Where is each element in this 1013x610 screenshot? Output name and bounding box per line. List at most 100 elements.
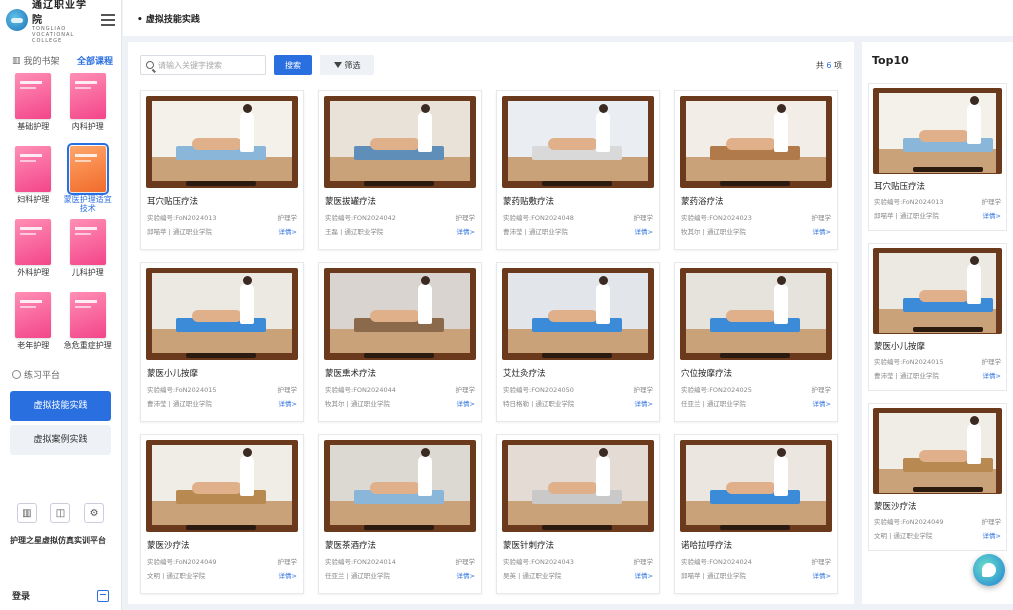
card-meta-row: 王磊 | 通辽职业学院 详情>	[319, 224, 481, 238]
card-detail-link[interactable]: 详情>	[813, 226, 831, 236]
card-category: 护理学	[455, 558, 476, 566]
nav-virtual-skill[interactable]: 虚拟技能实践	[10, 391, 111, 421]
settings-icon[interactable]: ⚙	[84, 503, 105, 523]
card-category: 护理学	[981, 518, 1002, 526]
card-author: 王磊 | 通辽职业学院	[325, 228, 384, 236]
course-thumbnail	[146, 96, 298, 188]
card-category: 护理学	[981, 358, 1002, 366]
course-card[interactable]: 蒙医针刺疗法 实验编号:FON2024043 护理学 吴英 | 通辽职业学院 详…	[496, 434, 660, 594]
logout-icon[interactable]	[97, 589, 109, 602]
login-link[interactable]: 登录	[12, 589, 30, 602]
course-card[interactable]: 蒙医拔罐疗法 实验编号:FON2024042 护理学 王磊 | 通辽职业学院 详…	[318, 90, 482, 250]
course-card[interactable]: 蒙药贴敷疗法 实验编号:FON2024048 护理学 曹沛莹 | 通辽职业学院 …	[496, 90, 660, 250]
course-thumbnail	[324, 96, 476, 188]
course-card[interactable]: 穴位按摩疗法 实验编号:FON2024025 护理学 任亚兰 | 通辽职业学院 …	[674, 262, 838, 422]
sidebar: 通辽职业学院 TONGLIAO VOCATIONAL COLLEGE ▥ 我的书…	[0, 0, 122, 610]
book-item-active[interactable]: 蒙医护理适宜技术	[61, 143, 116, 216]
card-title: 蒙医熏术疗法	[325, 369, 377, 379]
card-meta-row: 实验编号:FON2024042 护理学	[319, 210, 481, 224]
course-thumbnail	[146, 440, 298, 532]
card-author: 牧其尔 | 通辽职业学院	[681, 228, 746, 236]
card-meta-row: 曹沛莹 | 通辽职业学院 详情>	[141, 396, 303, 410]
card-detail-link[interactable]: 详情>	[983, 530, 1001, 540]
card-author: 文明 | 通辽职业学院	[874, 532, 933, 540]
course-card[interactable]: 艾灶灸疗法 实验编号:FON2024050 护理学 特日格勒 | 通辽职业学院 …	[496, 262, 660, 422]
card-detail-link[interactable]: 详情>	[813, 398, 831, 408]
card-code: 实验编号:FoN2024013	[874, 198, 944, 206]
course-card[interactable]: 蒙医沙疗法 实验编号:FoN2024049 护理学 文明 | 通辽职业学院 详情…	[868, 403, 1007, 551]
book-open-icon[interactable]: ▥	[16, 503, 37, 523]
book-item[interactable]: 儿科护理	[61, 219, 116, 289]
card-detail-link[interactable]: 详情>	[635, 570, 653, 580]
course-card-grid: 耳穴贴压疗法 实验编号:FoN2024013 护理学 邱喵苹 | 通辽职业学院 …	[140, 90, 838, 594]
card-detail-link[interactable]: 详情>	[457, 570, 475, 580]
logo-cn: 通辽职业学院	[32, 0, 87, 26]
card-meta-row: 吴英 | 通辽职业学院 详情>	[497, 568, 659, 582]
course-card[interactable]: 蒙医熏术疗法 实验编号:FON2024044 护理学 牧其尔 | 通辽职业学院 …	[318, 262, 482, 422]
book-item[interactable]: 外科护理	[6, 219, 61, 289]
card-detail-link[interactable]: 详情>	[983, 210, 1001, 220]
card-code: 实验编号:FON2024025	[681, 386, 752, 394]
course-card[interactable]: 蒙医茶酒疗法 实验编号:FON2024014 护理学 任亚兰 | 通辽职业学院 …	[318, 434, 482, 594]
course-thumbnail	[146, 268, 298, 360]
book-item[interactable]: 老年护理	[6, 292, 61, 362]
all-courses-link[interactable]: 全部课程	[77, 54, 113, 67]
course-card[interactable]: 耳穴贴压疗法 实验编号:FoN2024013 护理学 邱喵苹 | 通辽职业学院 …	[868, 83, 1007, 231]
card-code: 实验编号:FON2024050	[503, 386, 574, 394]
card-detail-link[interactable]: 详情>	[279, 226, 297, 236]
card-code: 实验编号:FON2024043	[503, 558, 574, 566]
card-meta-row: 文明 | 通辽职业学院 详情>	[869, 528, 1006, 542]
card-title: 蒙医拔罐疗法	[325, 197, 377, 207]
search-icon	[146, 61, 154, 69]
result-count: 共 6 项	[816, 60, 842, 71]
card-meta-row: 实验编号:FON2024044 护理学	[319, 382, 481, 396]
assistant-icon[interactable]	[973, 554, 1005, 586]
card-author: 邱喵苹 | 通辽职业学院	[874, 212, 939, 220]
shelf-title: ▥ 我的书架	[12, 54, 60, 68]
card-detail-link[interactable]: 详情>	[635, 398, 653, 408]
card-meta-row: 实验编号:FON2024043 护理学	[497, 554, 659, 568]
card-author: 曹沛莹 | 通辽职业学院	[503, 228, 568, 236]
filter-button[interactable]: 筛选	[320, 55, 374, 75]
card-detail-link[interactable]: 详情>	[457, 398, 475, 408]
card-title: 蒙医针刺疗法	[503, 541, 555, 551]
card-code: 实验编号:FoN2024015	[147, 386, 217, 394]
course-card[interactable]: 耳穴贴压疗法 实验编号:FoN2024013 护理学 邱喵苹 | 通辽职业学院 …	[140, 90, 304, 250]
card-detail-link[interactable]: 详情>	[983, 370, 1001, 380]
course-card[interactable]: 诺哈拉呼疗法 实验编号:FON2024024 护理学 邱喵苹 | 通辽职业学院 …	[674, 434, 838, 594]
card-meta-row: 任亚兰 | 通辽职业学院 详情>	[319, 568, 481, 582]
card-author: 任亚兰 | 通辽职业学院	[681, 400, 746, 408]
course-card[interactable]: 蒙医小儿按摩 实验编号:FoN2024015 护理学 曹沛莹 | 通辽职业学院 …	[868, 243, 1007, 391]
card-title: 蒙药浴疗法	[681, 197, 724, 207]
reader-icon[interactable]: ◫	[50, 503, 71, 523]
book-label: 蒙医护理适宜技术	[63, 195, 112, 213]
nav-virtual-case[interactable]: 虚拟案例实践	[10, 425, 111, 455]
top10-list: 耳穴贴压疗法 实验编号:FoN2024013 护理学 邱喵苹 | 通辽职业学院 …	[862, 83, 1013, 551]
card-detail-link[interactable]: 详情>	[279, 398, 297, 408]
card-category: 护理学	[633, 386, 654, 394]
logo-row: 通辽职业学院 TONGLIAO VOCATIONAL COLLEGE	[0, 0, 121, 44]
shelf-header: ▥ 我的书架 全部课程	[0, 40, 121, 73]
card-meta-row: 实验编号:FON2024025 护理学	[675, 382, 837, 396]
card-detail-link[interactable]: 详情>	[457, 226, 475, 236]
search-input[interactable]	[158, 60, 258, 70]
card-detail-link[interactable]: 详情>	[279, 570, 297, 580]
search-button[interactable]: 搜索	[274, 55, 312, 75]
course-card[interactable]: 蒙药浴疗法 实验编号:FON2024023 护理学 牧其尔 | 通辽职业学院 详…	[674, 90, 838, 250]
course-thumbnail	[680, 268, 832, 360]
book-item[interactable]: 基础护理	[6, 73, 61, 143]
course-thumbnail	[680, 440, 832, 532]
card-detail-link[interactable]: 详情>	[635, 226, 653, 236]
book-item[interactable]: 内科护理	[61, 73, 116, 143]
menu-icon[interactable]	[101, 14, 115, 26]
gear-icon	[12, 370, 21, 379]
course-card[interactable]: 蒙医沙疗法 实验编号:FoN2024049 护理学 文明 | 通辽职业学院 详情…	[140, 434, 304, 594]
book-item[interactable]: 急危重症护理	[61, 292, 116, 362]
book-label: 内科护理	[71, 122, 104, 131]
book-item[interactable]: 妇科护理	[6, 146, 61, 216]
card-code: 实验编号:FON2024024	[681, 558, 752, 566]
card-detail-link[interactable]: 详情>	[813, 570, 831, 580]
logo-en: TONGLIAO VOCATIONAL COLLEGE	[32, 26, 75, 44]
course-thumbnail	[324, 440, 476, 532]
course-card[interactable]: 蒙医小儿按摩 实验编号:FoN2024015 护理学 曹沛莹 | 通辽职业学院 …	[140, 262, 304, 422]
